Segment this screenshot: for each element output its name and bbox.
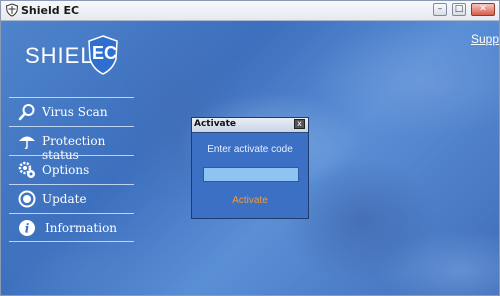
window-title: Shield EC	[21, 4, 80, 17]
minimize-button[interactable]: –	[433, 3, 447, 16]
sidebar-item-information[interactable]: i Information	[9, 213, 134, 242]
svg-text:i: i	[25, 222, 30, 236]
activate-code-input[interactable]	[203, 167, 299, 182]
sidebar-item-update[interactable]: Update	[9, 184, 134, 213]
main-area: SHIELD EC Supp Virus Scan Protection sta…	[1, 21, 499, 295]
info-icon: i	[19, 220, 35, 236]
dialog-close-button[interactable]: x	[294, 119, 305, 129]
sidebar-menu: Virus Scan Protection status Options Upd…	[9, 97, 134, 242]
app-window: Shield EC – □ ✕ SHIELD EC Supp Virus Sca…	[0, 0, 500, 296]
sidebar-item-virus-scan[interactable]: Virus Scan	[9, 97, 134, 126]
search-icon	[18, 104, 35, 121]
activate-prompt: Enter activate code	[207, 144, 293, 155]
sidebar-item-label: Update	[42, 192, 87, 206]
logo-badge-text: EC	[92, 43, 118, 63]
update-icon	[18, 190, 36, 208]
shield-icon	[5, 3, 19, 17]
dialog-title: Activate	[194, 119, 237, 129]
gear-icon	[18, 161, 35, 178]
sidebar-item-protection-status[interactable]: Protection status	[9, 126, 134, 162]
sidebar-item-options[interactable]: Options	[9, 155, 134, 184]
sidebar-item-label: Virus Scan	[42, 105, 108, 119]
maximize-button[interactable]: □	[452, 3, 466, 16]
activate-dialog: Activate x Enter activate code Activate	[191, 117, 309, 219]
title-bar[interactable]: Shield EC – □ ✕	[1, 1, 499, 21]
activate-button[interactable]: Activate	[192, 195, 308, 206]
umbrella-icon	[19, 136, 35, 150]
support-link[interactable]: Supp	[471, 32, 499, 46]
sidebar-item-label: Information	[45, 221, 118, 235]
dialog-title-bar[interactable]: Activate x	[192, 118, 308, 133]
sidebar-item-label: Options	[42, 163, 90, 177]
close-button[interactable]: ✕	[471, 3, 495, 16]
